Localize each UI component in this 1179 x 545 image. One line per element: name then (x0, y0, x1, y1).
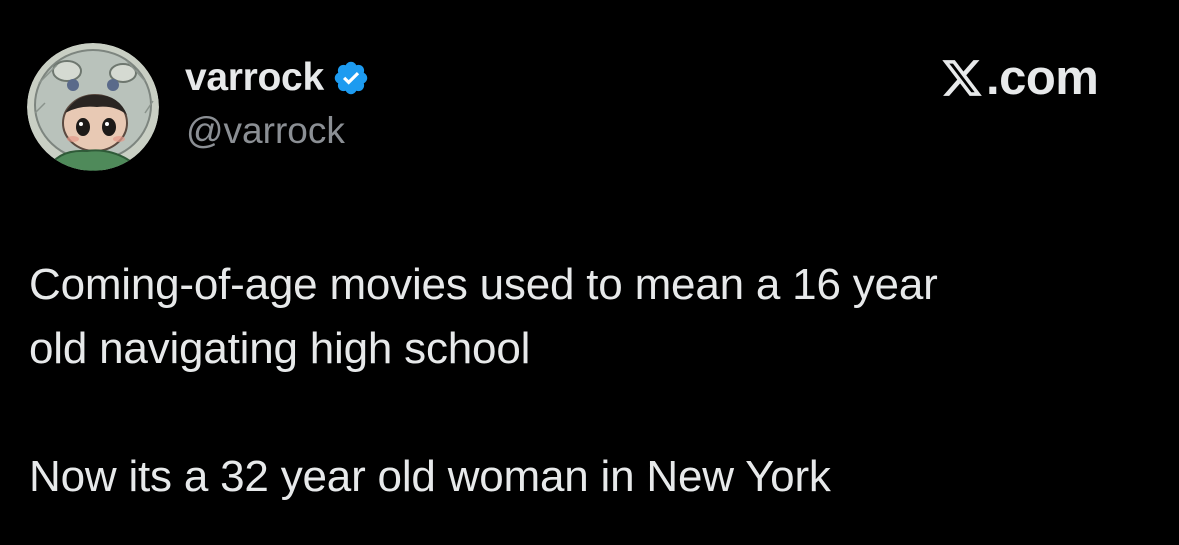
avatar-image (27, 43, 159, 171)
author-name-row: varrock (185, 56, 370, 100)
avatar[interactable] (27, 43, 159, 171)
x-logo-icon (940, 56, 984, 100)
tweet-text: Coming-of-age movies used to mean a 16 y… (29, 260, 938, 501)
brand-watermark: .com (940, 50, 1099, 106)
author-handle[interactable]: @varrock (186, 110, 345, 152)
brand-label: .com (986, 51, 1099, 105)
tweet-card: varrock @varrock .com Coming-of-age movi… (0, 0, 1179, 545)
display-name[interactable]: varrock (185, 56, 324, 100)
verified-badge-icon (332, 59, 370, 97)
